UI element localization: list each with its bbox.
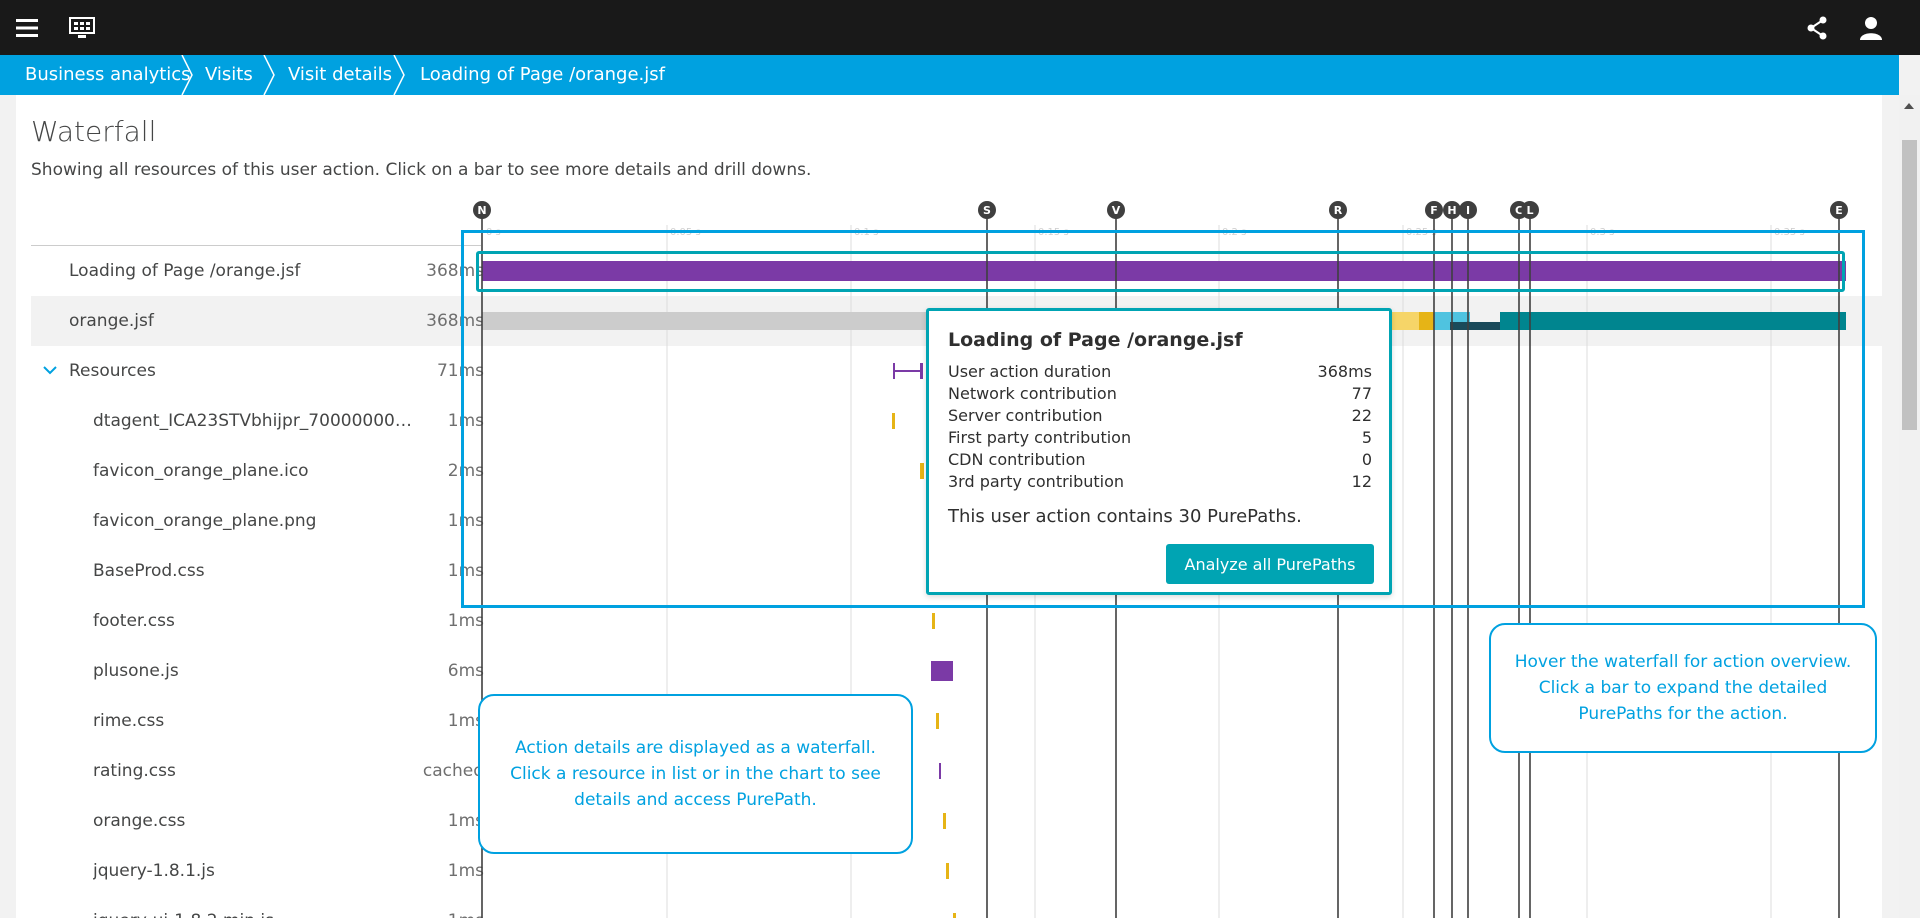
- tooltip-row-network-contribution: Network contribution 77: [948, 384, 1372, 403]
- monitor-dashboard-icon[interactable]: [67, 13, 97, 43]
- timing-marker-n[interactable]: N: [473, 201, 491, 219]
- user-icon[interactable]: [1856, 13, 1886, 43]
- timing-marker-l[interactable]: L: [1521, 201, 1539, 219]
- breadcrumb: Business analytics Visits Visit details …: [0, 55, 1899, 95]
- breadcrumb-visits[interactable]: Visits: [205, 55, 253, 95]
- svg-text:V: V: [1112, 204, 1121, 217]
- breadcrumb-visit-details[interactable]: Visit details: [288, 55, 392, 95]
- tooltip-row-server-contribution: Server contribution 22: [948, 406, 1372, 425]
- breadcrumb-business-analytics[interactable]: Business analytics: [25, 55, 191, 95]
- document-segment-bar[interactable]: [1419, 312, 1434, 330]
- share-icon[interactable]: [1802, 13, 1832, 43]
- tooltip-title: Loading of Page /orange.jsf: [948, 329, 1243, 351]
- document-segment-bar[interactable]: [1450, 322, 1500, 330]
- resource-bar[interactable]: [953, 913, 956, 918]
- tooltip-row-cdn-contribution: CDN contribution 0: [948, 450, 1372, 469]
- timing-marker-r[interactable]: R: [1329, 201, 1347, 219]
- timing-marker-h[interactable]: H: [1443, 201, 1461, 219]
- scrollbar-thumb[interactable]: [1902, 140, 1917, 430]
- resource-bar[interactable]: [920, 463, 924, 479]
- svg-text:R: R: [1334, 204, 1343, 217]
- svg-text:N: N: [477, 204, 486, 217]
- resources-span-bar[interactable]: [893, 363, 923, 379]
- hamburger-menu-icon[interactable]: [12, 13, 42, 43]
- breadcrumb-separator-icon: [393, 55, 405, 95]
- timing-marker-v[interactable]: V: [1107, 201, 1125, 219]
- tick-label: 0.1 s: [854, 227, 878, 238]
- tick-label: 0.3 s: [1590, 227, 1614, 238]
- callout-hover-help: Hover the waterfall for action overview.…: [1489, 623, 1877, 753]
- svg-text:F: F: [1430, 204, 1438, 217]
- callout-waterfall-help: Action details are displayed as a waterf…: [478, 694, 913, 854]
- tooltip-row-user-action-duration: User action duration 368ms: [948, 362, 1372, 381]
- resource-bar[interactable]: [892, 413, 895, 429]
- resource-bar[interactable]: [931, 661, 953, 681]
- timing-marker-e[interactable]: E: [1830, 201, 1848, 219]
- tick-label: 0.2 s: [1222, 227, 1246, 238]
- resource-bar[interactable]: [939, 763, 941, 779]
- scroll-up-icon[interactable]: [1904, 103, 1914, 109]
- timing-marker-i[interactable]: I: [1459, 201, 1477, 219]
- breadcrumb-separator-icon: [263, 55, 275, 95]
- svg-text:I: I: [1466, 204, 1470, 217]
- resource-bar[interactable]: [946, 863, 949, 879]
- document-segment-bar[interactable]: [1500, 312, 1846, 330]
- tick-label: 0.35 s: [1774, 227, 1805, 238]
- vertical-scrollbar[interactable]: [1899, 95, 1920, 918]
- tooltip-purepath-note: This user action contains 30 PurePaths.: [948, 506, 1302, 527]
- tooltip-row-first-party-contribution: First party contribution 5: [948, 428, 1372, 447]
- document-segment-bar[interactable]: [1434, 312, 1450, 330]
- tooltip-row-third-party-contribution: 3rd party contribution 12: [948, 472, 1372, 491]
- tick-label: 0.25 s: [1406, 227, 1437, 238]
- svg-text:H: H: [1447, 204, 1456, 217]
- timing-marker-f[interactable]: F: [1425, 201, 1443, 219]
- tick-label: 0.05 s: [670, 227, 701, 238]
- analyze-all-purepaths-button[interactable]: Analyze all PurePaths: [1166, 544, 1374, 584]
- document-segment-bar[interactable]: [1392, 312, 1419, 330]
- resource-bar[interactable]: [932, 613, 935, 629]
- svg-text:E: E: [1835, 204, 1843, 217]
- svg-text:L: L: [1526, 204, 1533, 217]
- tick-label: 0.15 s: [1038, 227, 1069, 238]
- svg-text:S: S: [983, 204, 991, 217]
- action-duration-bar[interactable]: [482, 261, 1846, 281]
- timing-marker-s[interactable]: S: [978, 201, 996, 219]
- action-overview-tooltip: Loading of Page /orange.jsf User action …: [926, 308, 1392, 595]
- resource-bar[interactable]: [936, 713, 939, 729]
- breadcrumb-separator-icon: [181, 55, 193, 95]
- tick-label: 0 s: [486, 227, 501, 238]
- breadcrumb-current-page: Loading of Page /orange.jsf: [420, 64, 665, 85]
- top-bar: [0, 0, 1920, 55]
- resource-bar[interactable]: [943, 813, 946, 829]
